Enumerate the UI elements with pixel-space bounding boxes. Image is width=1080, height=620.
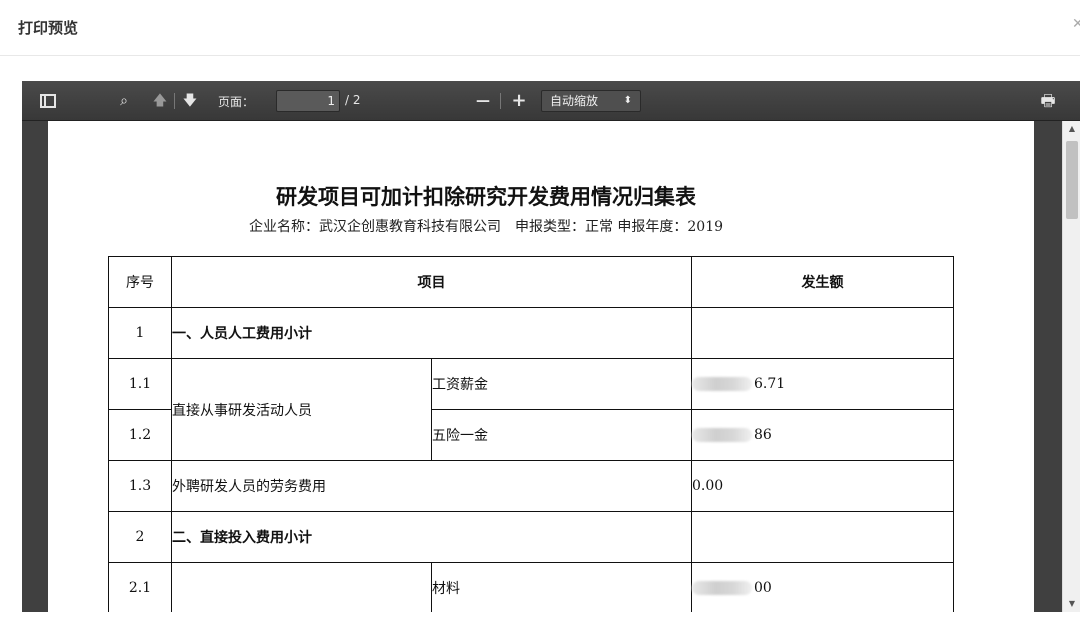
row-group: [171, 562, 432, 612]
row-amount: 86: [691, 409, 954, 461]
row-amount: [691, 307, 954, 359]
row-seq: 2: [108, 511, 172, 563]
viewer-toolbar: ⌕ 🡅 🡇 页面： / 2 — + 自动缩放 ⬍ 🖶: [22, 81, 1080, 121]
row-item: 一、人员人工费用小计: [171, 307, 692, 359]
header-item: 项目: [171, 256, 692, 308]
toolbar-separator: [500, 93, 501, 109]
zoom-value: 自动缩放: [550, 94, 599, 108]
modal-header: 打印预览 ✕: [0, 0, 1080, 56]
zoom-out-button[interactable]: —: [474, 91, 492, 111]
row-seq: 2.1: [108, 562, 172, 612]
zoom-select[interactable]: 自动缩放 ⬍: [541, 90, 641, 112]
scroll-down-icon[interactable]: ▼: [1063, 596, 1080, 612]
sidebar-toggle-icon[interactable]: [40, 94, 56, 108]
print-icon[interactable]: 🖶: [1038, 91, 1058, 111]
header-amount: 发生额: [691, 256, 954, 308]
page-number-input[interactable]: [276, 90, 340, 112]
row-seq: 1.2: [108, 409, 172, 461]
document-page: 研发项目可加计扣除研究开发费用情况归集表 企业名称：武汉企创惠教育科技有限公司 …: [48, 121, 1034, 612]
row-amount: 6.71: [691, 358, 954, 410]
row-seq: 1: [108, 307, 172, 359]
page-total: / 2: [345, 93, 361, 107]
arrow-down-icon[interactable]: 🡇: [182, 91, 198, 111]
row-group: 直接从事研发活动人员: [171, 358, 432, 461]
header-seq: 序号: [108, 256, 172, 308]
redaction-blur: [692, 428, 752, 442]
document-title: 研发项目可加计扣除研究开发费用情况归集表: [276, 184, 696, 209]
arrow-up-icon[interactable]: 🡅: [152, 91, 168, 111]
document-subtitle: 企业名称：武汉企创惠教育科技有限公司 申报类型：正常 申报年度：2019: [248, 219, 724, 235]
row-amount-value: 6.71: [754, 376, 786, 392]
expense-table: 序号 项目 发生额 1 一、人员人工费用小计 1.1 直接从事研发活动人员 工资…: [108, 256, 954, 612]
row-subitem: 五险一金: [431, 409, 692, 461]
search-icon[interactable]: ⌕: [116, 91, 132, 111]
chevron-updown-icon: ⬍: [623, 95, 632, 106]
row-amount: 00: [691, 562, 954, 612]
row-seq: 1.1: [108, 358, 172, 410]
row-item: 外聘研发人员的劳务费用: [171, 460, 692, 512]
table-row: 2 二、直接投入费用小计: [108, 511, 954, 563]
table-header-row: 序号 项目 发生额: [108, 256, 954, 308]
zoom-in-button[interactable]: +: [510, 91, 528, 111]
table-row: 1 一、人员人工费用小计: [108, 307, 954, 359]
row-amount: [691, 511, 954, 563]
modal-title: 打印预览: [18, 19, 79, 37]
scrollbar-thumb[interactable]: [1066, 141, 1078, 219]
page-label: 页面：: [218, 95, 255, 109]
vertical-scrollbar[interactable]: ▲ ▼: [1062, 121, 1080, 612]
row-seq: 1.3: [108, 460, 172, 512]
scroll-up-icon[interactable]: ▲: [1063, 121, 1080, 137]
redaction-blur: [692, 377, 752, 391]
row-amount: 0.00: [691, 460, 954, 512]
row-item: 二、直接投入费用小计: [171, 511, 692, 563]
table-row: 2.1 材料 00: [108, 562, 954, 612]
close-icon[interactable]: ✕: [1072, 16, 1080, 32]
row-amount-value: 00: [754, 580, 772, 596]
table-row: 1.3 外聘研发人员的劳务费用 0.00: [108, 460, 954, 512]
row-subitem: 工资薪金: [431, 358, 692, 410]
toolbar-separator: [174, 93, 175, 109]
redaction-blur: [692, 581, 752, 595]
table-row: 1.1 直接从事研发活动人员 工资薪金 6.71: [108, 358, 954, 461]
row-subitem: 材料: [431, 562, 692, 612]
pdf-viewer: ⌕ 🡅 🡇 页面： / 2 — + 自动缩放 ⬍ 🖶 研发项目可加计扣除研究开发…: [22, 81, 1080, 612]
row-amount-value: 86: [754, 427, 772, 443]
